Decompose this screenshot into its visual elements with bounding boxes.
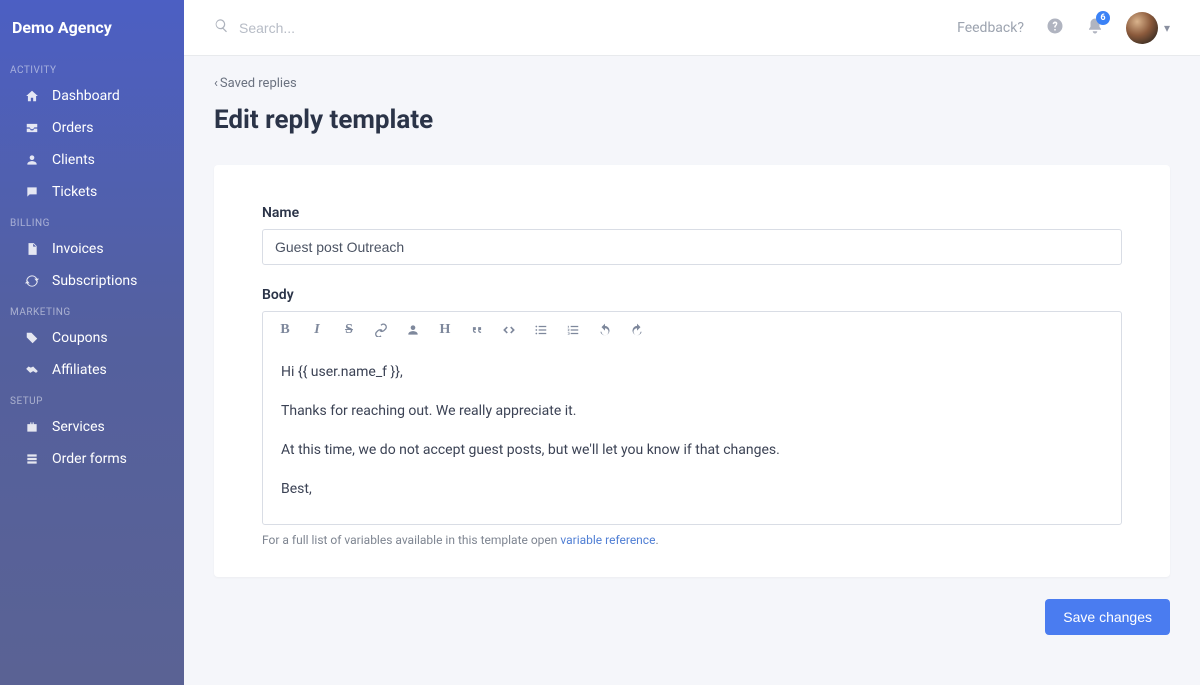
notification-badge: 6 xyxy=(1096,11,1110,25)
sidebar-item-orders[interactable]: Orders xyxy=(0,112,184,144)
body-paragraph: Best, xyxy=(281,479,1103,500)
sidebar-item-coupons[interactable]: Coupons xyxy=(0,322,184,354)
sidebar-item-label: Order forms xyxy=(52,451,127,467)
sidebar-item-clients[interactable]: Clients xyxy=(0,144,184,176)
notification-icon[interactable]: 6 xyxy=(1086,17,1104,39)
footer-actions: Save changes xyxy=(214,599,1170,635)
briefcase-icon xyxy=(24,419,40,435)
sidebar-item-label: Coupons xyxy=(52,330,108,346)
sidebar-item-label: Dashboard xyxy=(52,88,120,104)
chevron-left-icon: ‹ xyxy=(214,76,218,91)
page-content: ‹ Saved replies Edit reply template Name… xyxy=(184,56,1200,665)
code-button[interactable] xyxy=(501,322,517,338)
refresh-icon xyxy=(24,273,40,289)
heading-button[interactable]: H xyxy=(437,322,453,338)
user-icon xyxy=(24,152,40,168)
save-button[interactable]: Save changes xyxy=(1045,599,1170,635)
sidebar: Demo Agency ACTIVITY Dashboard Orders Cl… xyxy=(0,0,184,685)
sidebar-item-tickets[interactable]: Tickets xyxy=(0,176,184,208)
user-mention-button[interactable] xyxy=(405,322,421,338)
handshake-icon xyxy=(24,362,40,378)
help-text: For a full list of variables available i… xyxy=(262,533,1122,547)
feedback-link[interactable]: Feedback? xyxy=(957,20,1024,36)
sidebar-item-label: Services xyxy=(52,419,105,435)
undo-button[interactable] xyxy=(597,322,613,338)
section-header-setup: SETUP xyxy=(0,386,184,411)
form-card: Name Body B I S H xyxy=(214,165,1170,577)
sidebar-item-subscriptions[interactable]: Subscriptions xyxy=(0,265,184,297)
back-link-label: Saved replies xyxy=(220,76,297,91)
back-link[interactable]: ‹ Saved replies xyxy=(214,76,1170,91)
sidebar-item-label: Affiliates xyxy=(52,362,107,378)
body-label: Body xyxy=(262,287,1122,303)
bullet-list-button[interactable] xyxy=(533,322,549,338)
sidebar-item-label: Invoices xyxy=(52,241,104,257)
chat-icon xyxy=(24,184,40,200)
help-text-prefix: For a full list of variables available i… xyxy=(262,533,560,547)
search-input[interactable] xyxy=(239,20,539,36)
italic-button[interactable]: I xyxy=(309,322,325,338)
sidebar-item-label: Orders xyxy=(52,120,94,136)
editor-toolbar: B I S H xyxy=(263,312,1121,348)
sidebar-item-affiliates[interactable]: Affiliates xyxy=(0,354,184,386)
search-icon xyxy=(214,18,229,37)
body-paragraph: Hi {{ user.name_f }}, xyxy=(281,362,1103,383)
topbar: Feedback? 6 ▾ xyxy=(184,0,1200,56)
editor-body[interactable]: Hi {{ user.name_f }}, Thanks for reachin… xyxy=(263,348,1121,524)
section-header-billing: BILLING xyxy=(0,208,184,233)
main-area: Feedback? 6 ▾ ‹ Saved replies Edit reply… xyxy=(184,0,1200,685)
sidebar-item-invoices[interactable]: Invoices xyxy=(0,233,184,265)
home-icon xyxy=(24,88,40,104)
page-title: Edit reply template xyxy=(214,105,1170,135)
chevron-down-icon: ▾ xyxy=(1164,21,1170,35)
inbox-icon xyxy=(24,120,40,136)
search-wrap xyxy=(214,18,947,37)
avatar xyxy=(1126,12,1158,44)
help-text-suffix: . xyxy=(655,533,658,547)
body-paragraph: Thanks for reaching out. We really appre… xyxy=(281,401,1103,422)
sidebar-item-label: Subscriptions xyxy=(52,273,137,289)
bold-button[interactable]: B xyxy=(277,322,293,338)
quote-button[interactable] xyxy=(469,322,485,338)
form-icon xyxy=(24,451,40,467)
sidebar-item-services[interactable]: Services xyxy=(0,411,184,443)
section-header-marketing: MARKETING xyxy=(0,297,184,322)
sidebar-item-label: Clients xyxy=(52,152,95,168)
sidebar-item-order-forms[interactable]: Order forms xyxy=(0,443,184,475)
tag-icon xyxy=(24,330,40,346)
help-icon[interactable] xyxy=(1046,17,1064,39)
variable-reference-link[interactable]: variable reference xyxy=(560,533,655,547)
user-menu[interactable]: ▾ xyxy=(1126,12,1170,44)
topbar-right: Feedback? 6 ▾ xyxy=(957,12,1170,44)
sidebar-item-label: Tickets xyxy=(52,184,97,200)
name-label: Name xyxy=(262,205,1122,221)
body-paragraph: At this time, we do not accept guest pos… xyxy=(281,440,1103,461)
rich-text-editor: B I S H Hi {{ user.name_f }}, Thanks for… xyxy=(262,311,1122,525)
numbered-list-button[interactable] xyxy=(565,322,581,338)
section-header-activity: ACTIVITY xyxy=(0,55,184,80)
strikethrough-button[interactable]: S xyxy=(341,322,357,338)
sidebar-item-dashboard[interactable]: Dashboard xyxy=(0,80,184,112)
file-icon xyxy=(24,241,40,257)
link-button[interactable] xyxy=(373,322,389,338)
redo-button[interactable] xyxy=(629,322,645,338)
brand-name[interactable]: Demo Agency xyxy=(0,0,184,55)
name-input[interactable] xyxy=(262,229,1122,265)
